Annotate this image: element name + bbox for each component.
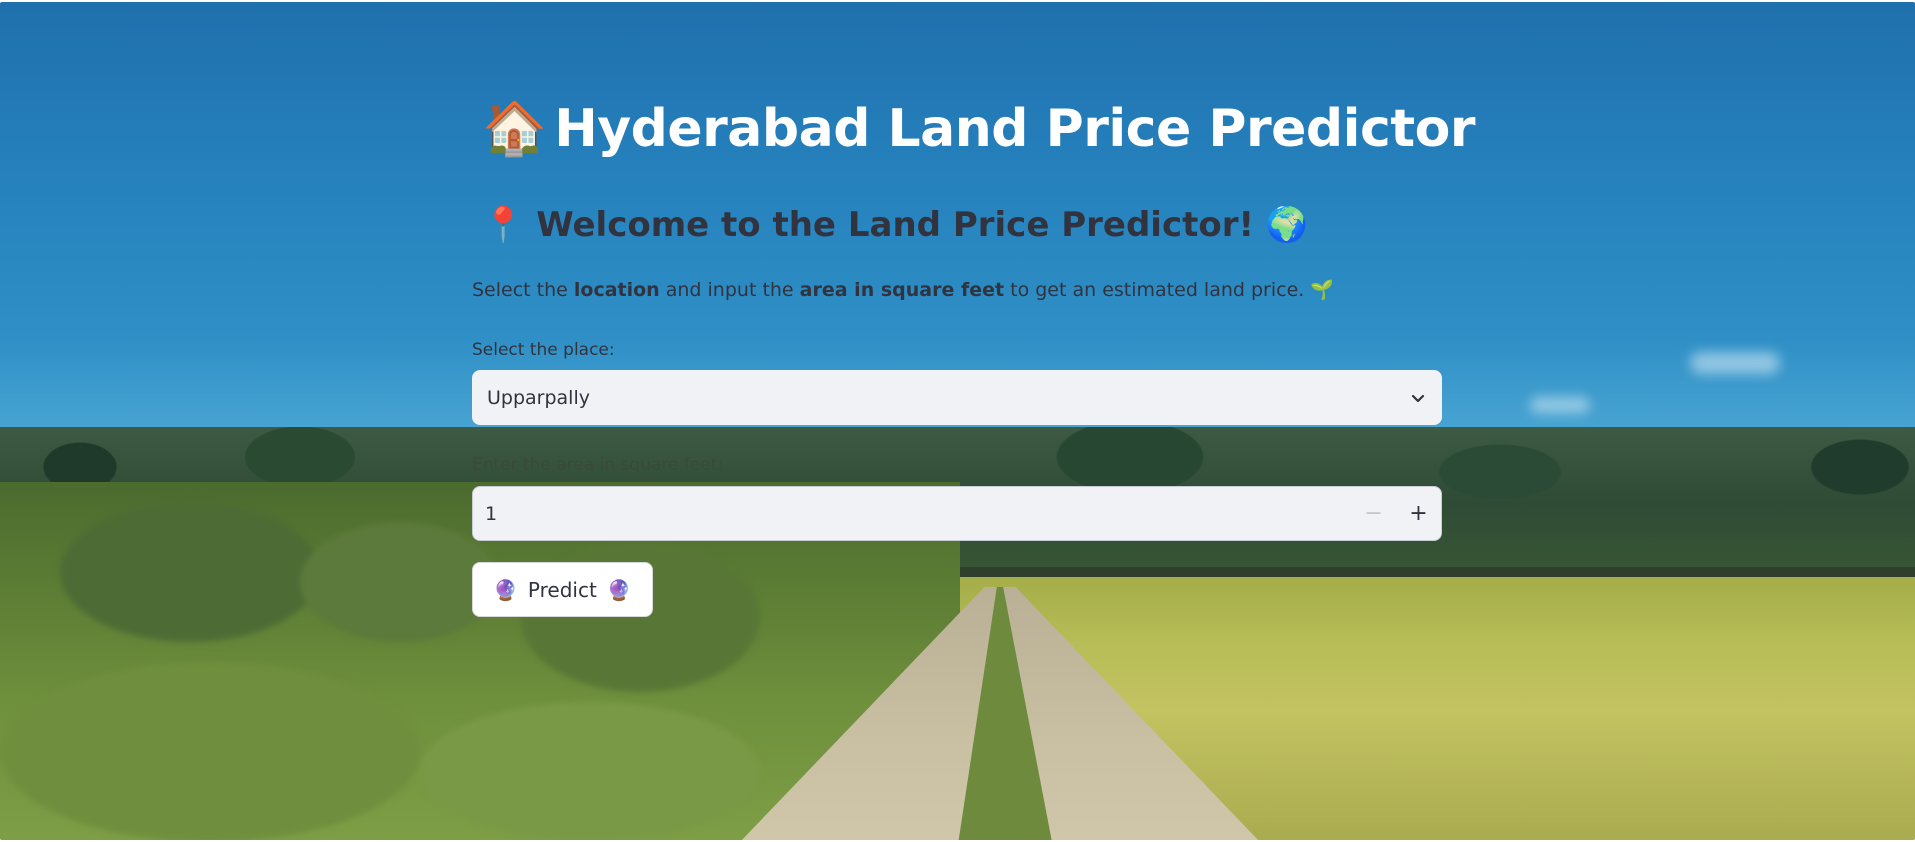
instructions-part: and input the: [659, 279, 800, 301]
pushpin-icon: 📍: [482, 205, 525, 245]
instructions-text: Select the location and input the area i…: [472, 278, 1334, 301]
bush: [60, 502, 320, 642]
area-input-field[interactable]: 1: [473, 487, 1351, 540]
increment-button[interactable]: +: [1396, 487, 1441, 540]
bush: [0, 662, 420, 840]
globe-icon: 🌍: [1265, 205, 1309, 245]
seedling-icon: 🌱: [1310, 279, 1335, 301]
area-label: Enter the area in square feet:: [472, 455, 724, 475]
crystal-ball-icon: 🔮: [606, 577, 632, 602]
place-label: Select the place:: [472, 340, 615, 360]
place-select[interactable]: Upparpally: [472, 370, 1442, 425]
place-select-value: Upparpally: [487, 386, 590, 409]
instructions-location: location: [573, 279, 660, 301]
predict-button[interactable]: 🔮 Predict 🔮: [472, 562, 653, 617]
cloud: [1690, 352, 1780, 374]
house-icon: 🏠: [482, 99, 547, 159]
instructions-part: Select the: [472, 279, 574, 301]
instructions-part: to get an estimated land price.: [1004, 279, 1305, 301]
welcome-heading-text: Welcome to the Land Price Predictor!: [536, 205, 1254, 245]
app-root: 🏠 Hyderabad Land Price Predictor 📍 Welcom…: [0, 0, 1915, 842]
predict-button-label: Predict: [527, 577, 597, 602]
page-title: 🏠 Hyderabad Land Price Predictor: [482, 98, 1475, 159]
welcome-heading: 📍 Welcome to the Land Price Predictor! 🌍: [482, 205, 1308, 245]
area-number-input: 1 − +: [472, 486, 1442, 541]
bush: [420, 702, 760, 840]
decrement-button[interactable]: −: [1351, 487, 1396, 540]
crystal-ball-icon: 🔮: [493, 577, 518, 602]
instructions-area: area in square feet: [799, 279, 1005, 301]
page-title-text: Hyderabad Land Price Predictor: [554, 99, 1475, 159]
chevron-down-icon[interactable]: [1409, 389, 1427, 407]
cloud: [1530, 397, 1590, 413]
bush: [300, 522, 500, 642]
